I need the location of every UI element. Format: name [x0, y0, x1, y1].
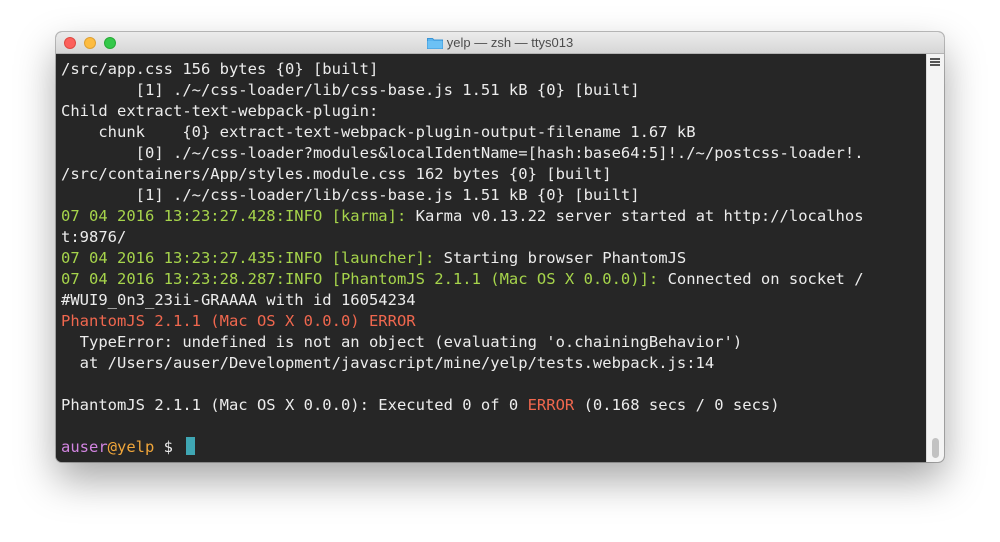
- terminal-text: (0.168 secs / 0 secs): [574, 396, 780, 414]
- terminal-line: [1] ./~/css-loader/lib/css-base.js 1.51 …: [61, 185, 926, 206]
- terminal-line: [0] ./~/css-loader?modules&localIdentNam…: [61, 143, 926, 164]
- terminal-text: 07 04 2016 13:23:27.428:INFO [karma]:: [61, 207, 407, 225]
- terminal-text: /src/containers/App/styles.module.css 16…: [61, 165, 612, 183]
- terminal-line: PhantomJS 2.1.1 (Mac OS X 0.0.0) ERROR: [61, 311, 926, 332]
- hamburger-menu-icon[interactable]: [930, 58, 940, 67]
- prompt-symbol: $: [154, 438, 183, 456]
- terminal-text: [1] ./~/css-loader/lib/css-base.js 1.51 …: [61, 186, 640, 204]
- terminal-text: PhantomJS 2.1.1 (Mac OS X 0.0.0) ERROR: [61, 312, 416, 330]
- title-bar[interactable]: yelp — zsh — ttys013: [56, 32, 944, 54]
- terminal-line: /src/app.css 156 bytes {0} [built]: [61, 59, 926, 80]
- terminal-text: /src/app.css 156 bytes {0} [built]: [61, 60, 379, 78]
- terminal-line: Child extract-text-webpack-plugin:: [61, 101, 926, 122]
- terminal-line: 07 04 2016 13:23:27.435:INFO [launcher]:…: [61, 248, 926, 269]
- terminal-line: TypeError: undefined is not an object (e…: [61, 332, 926, 353]
- prompt-at: @: [107, 438, 118, 456]
- terminal-window: yelp — zsh — ttys013 /src/app.css 156 by…: [56, 32, 944, 462]
- terminal-text: chunk {0} extract-text-webpack-plugin-ou…: [61, 123, 696, 141]
- terminal-text: 07 04 2016 13:23:27.435:INFO [launcher]:: [61, 249, 435, 267]
- terminal-line: PhantomJS 2.1.1 (Mac OS X 0.0.0): Execut…: [61, 395, 926, 416]
- scrollbar-thumb[interactable]: [932, 438, 939, 458]
- terminal-text: #WUI9_0n3_23ii-GRAAAA with id 16054234: [61, 291, 416, 309]
- terminal-text: 07 04 2016 13:23:28.287:INFO [PhantomJS …: [61, 270, 659, 288]
- terminal-line: /src/containers/App/styles.module.css 16…: [61, 164, 926, 185]
- window-title: yelp — zsh — ttys013: [446, 35, 574, 50]
- prompt-user: auser: [61, 438, 108, 456]
- scrollbar[interactable]: [926, 54, 944, 462]
- terminal-text: [1] ./~/css-loader/lib/css-base.js 1.51 …: [61, 81, 640, 99]
- terminal-line: 07 04 2016 13:23:28.287:INFO [PhantomJS …: [61, 269, 926, 290]
- terminal-line: t:9876/: [61, 227, 926, 248]
- terminal-text: Connected on socket /: [658, 270, 864, 288]
- terminal-line: 07 04 2016 13:23:27.428:INFO [karma]: Ka…: [61, 206, 926, 227]
- terminal-text: ERROR: [527, 396, 575, 414]
- terminal-text: [0] ./~/css-loader?modules&localIdentNam…: [61, 144, 864, 162]
- terminal-text: Karma v0.13.22 server started at http://…: [406, 207, 864, 225]
- terminal-text: Starting browser PhantomJS: [434, 249, 687, 267]
- terminal-output[interactable]: /src/app.css 156 bytes {0} [built] [1] .…: [56, 54, 926, 462]
- terminal-text: t:9876/: [61, 228, 127, 246]
- terminal-text: at /Users/auser/Development/javascript/m…: [61, 354, 715, 372]
- terminal-line: at /Users/auser/Development/javascript/m…: [61, 353, 926, 374]
- terminal-text: Child extract-text-webpack-plugin:: [61, 102, 379, 120]
- prompt-host: yelp: [117, 438, 155, 456]
- window-title-container: yelp — zsh — ttys013: [56, 35, 944, 52]
- terminal-line: #WUI9_0n3_23ii-GRAAAA with id 16054234: [61, 290, 926, 311]
- text-cursor: [186, 437, 196, 455]
- terminal-text: TypeError: undefined is not an object (e…: [61, 333, 743, 351]
- folder-icon: [426, 37, 443, 49]
- prompt-line[interactable]: auser@yelp $: [61, 437, 926, 458]
- terminal-line: chunk {0} extract-text-webpack-plugin-ou…: [61, 122, 926, 143]
- terminal-line: [1] ./~/css-loader/lib/css-base.js 1.51 …: [61, 80, 926, 101]
- terminal-text: PhantomJS 2.1.1 (Mac OS X 0.0.0): Execut…: [61, 396, 528, 414]
